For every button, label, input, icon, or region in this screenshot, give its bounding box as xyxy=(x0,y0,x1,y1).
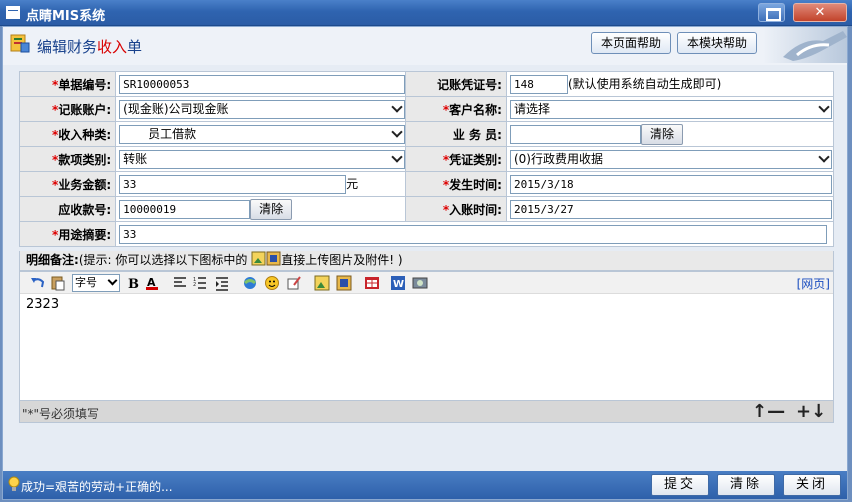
voucher-no-label: 记账凭证号: xyxy=(405,71,507,97)
editor-toolbar: 字号 B A 12 W [网页] xyxy=(20,272,833,294)
app-window-icon xyxy=(6,6,20,19)
edit-html-icon[interactable] xyxy=(286,275,302,291)
window-title: 点睛MIS系统 xyxy=(26,9,106,24)
occur-time-input[interactable]: 2015/3/18 xyxy=(509,174,832,194)
row-doc-no: *单据编号: SR10000053 记账凭证号: 148 (默认使用系统自动生成即… xyxy=(18,71,835,97)
customer-select[interactable]: 请选择 xyxy=(509,99,832,119)
align-icon[interactable] xyxy=(172,275,188,291)
link-icon[interactable] xyxy=(242,275,258,291)
upload-image-icon xyxy=(251,251,281,266)
submit-button[interactable]: 提交 xyxy=(651,474,709,496)
voucher-type-select[interactable]: (0)行政费用收据 xyxy=(509,149,832,169)
clerk-label: 业 务 员: xyxy=(405,121,507,147)
row-account: *记账账户: (现金账)公司现金账 *客户名称: 请选择 xyxy=(18,96,835,122)
page-help-button[interactable]: 本页面帮助 xyxy=(591,32,671,54)
handshake-decoration xyxy=(763,27,847,63)
undo-icon[interactable] xyxy=(30,275,46,291)
chevron-down-icon xyxy=(391,150,403,163)
preview-icon[interactable] xyxy=(412,275,428,291)
rich-text-editor: 字号 B A 12 W [网页] 2323 xyxy=(19,271,834,401)
editor-content[interactable]: 2323 xyxy=(20,294,833,315)
occur-time-label: *发生时间: xyxy=(405,171,507,197)
insert-image-icon[interactable] xyxy=(314,275,330,291)
doc-no-label: *单据编号: xyxy=(18,71,117,97)
svg-text:B: B xyxy=(128,277,139,291)
account-select[interactable]: (现金账)公司现金账 xyxy=(119,99,406,119)
purpose-input[interactable]: 33 xyxy=(119,224,828,244)
shrink-editor-button[interactable]: ↑— xyxy=(752,402,785,422)
clear-button[interactable]: 清除 xyxy=(717,474,775,496)
payment-type-label: *款项类别: xyxy=(18,146,117,172)
main-window: 编辑财务收入单 本页面帮助 本模块帮助 *单据编号: SR10000053 记账… xyxy=(2,26,848,500)
voucher-type-label: *凭证类别: xyxy=(405,146,507,172)
web-mode-link[interactable]: [网页] xyxy=(797,275,830,292)
notes-hint-after: 直接上传图片及附件! ) xyxy=(281,253,403,267)
close-button[interactable]: 关闭 xyxy=(783,474,841,496)
insert-attachment-icon[interactable] xyxy=(336,275,352,291)
entry-time-label: *入账时间: xyxy=(405,196,507,222)
row-income-type: *收入种类: 员工借款 业 务 员: 清除 xyxy=(18,121,835,147)
expand-editor-button[interactable]: +↓ xyxy=(796,402,826,422)
required-footnote: "*"号必须填写 xyxy=(22,407,100,421)
amount-input[interactable]: 33 xyxy=(119,174,347,194)
notes-hint-before: (提示: 你可以选择以下图标中的 xyxy=(78,253,248,267)
receivable-no-input[interactable]: 10000019 xyxy=(119,199,251,219)
page-header: 编辑财务收入单 本页面帮助 本模块帮助 xyxy=(3,27,847,65)
insert-table-icon[interactable] xyxy=(364,275,380,291)
page-title: 编辑财务收入单 xyxy=(37,38,143,56)
row-receivable: 应收款号: 10000019 清除 *入账时间: 2015/3/27 xyxy=(18,196,835,222)
ordered-list-icon[interactable]: 12 xyxy=(192,275,208,291)
account-label: *记账账户: xyxy=(18,96,117,122)
close-window-button[interactable]: ✕ xyxy=(793,3,847,22)
window-titlebar: 点睛MIS系统 ✕ xyxy=(0,0,852,26)
voucher-no-hint: (默认使用系统自动生成即可) xyxy=(567,76,722,91)
income-form: *单据编号: SR10000053 记账凭证号: 148 (默认使用系统自动生成即… xyxy=(18,71,835,247)
income-type-label: *收入种类: xyxy=(18,121,117,147)
receivable-clear-button[interactable]: 清除 xyxy=(250,198,293,220)
row-purpose: *用途摘要: 33 xyxy=(18,221,834,247)
required-footnote-bar: "*"号必须填写 ↑— +↓ xyxy=(19,401,834,423)
paste-icon[interactable] xyxy=(50,275,66,291)
customer-label: *客户名称: xyxy=(405,96,507,122)
emoticon-icon[interactable] xyxy=(264,275,280,291)
receivable-no-label: 应收款号: xyxy=(18,196,117,222)
clerk-input[interactable] xyxy=(509,124,641,144)
edit-form-icon xyxy=(10,34,30,53)
chevron-down-icon xyxy=(818,150,830,163)
clerk-clear-button[interactable]: 清除 xyxy=(640,123,683,145)
amount-label: *业务金额: xyxy=(18,171,117,197)
purpose-label: *用途摘要: xyxy=(18,221,117,247)
payment-type-select[interactable]: 转账 xyxy=(119,149,406,169)
amount-unit: 元 xyxy=(346,176,359,191)
voucher-no-input[interactable]: 148 xyxy=(509,74,568,94)
lightbulb-icon xyxy=(8,476,20,491)
doc-no-input[interactable]: SR10000053 xyxy=(119,74,406,94)
notes-label: 明细备注: xyxy=(26,253,79,267)
chevron-down-icon xyxy=(818,100,830,113)
bold-icon[interactable]: B xyxy=(126,275,142,291)
maximize-button[interactable] xyxy=(758,3,785,22)
svg-text:2: 2 xyxy=(193,282,196,288)
notes-label-bar: 明细备注:(提示: 你可以选择以下图标中的 直接上传图片及附件! ) xyxy=(19,251,834,271)
font-color-icon[interactable]: A xyxy=(144,275,160,291)
entry-time-input[interactable]: 2015/3/27 xyxy=(509,199,832,219)
income-type-select[interactable]: 员工借款 xyxy=(119,124,406,144)
row-payment-type: *款项类别: 转账 *凭证类别: (0)行政费用收据 xyxy=(18,146,835,172)
status-bar: 成功=艰苦的劳动+正确的... 提交 清除 关闭 xyxy=(3,471,847,499)
svg-text:W: W xyxy=(393,279,404,290)
word-paste-icon[interactable]: W xyxy=(390,275,406,291)
chevron-down-icon xyxy=(391,125,403,138)
chevron-down-icon xyxy=(391,100,403,113)
font-size-select[interactable]: 字号 xyxy=(72,274,120,292)
row-amount: *业务金额: 33 元 *发生时间: 2015/3/18 xyxy=(18,171,835,197)
chevron-down-icon xyxy=(107,275,118,286)
status-text: 成功=艰苦的劳动+正确的... xyxy=(21,480,173,494)
module-help-button[interactable]: 本模块帮助 xyxy=(677,32,757,54)
indent-icon[interactable] xyxy=(214,275,230,291)
